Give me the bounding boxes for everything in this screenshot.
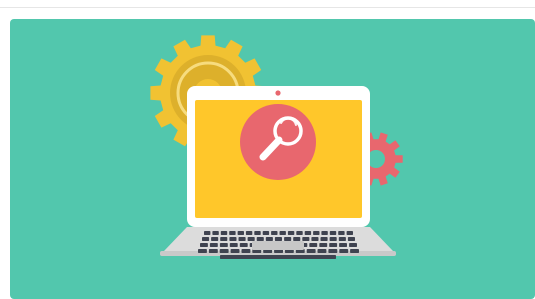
keyboard-key [247, 237, 255, 241]
keyboard-key [279, 231, 286, 235]
keyboard-key [338, 231, 345, 235]
keyboard-key [339, 243, 347, 247]
keyboard-key [202, 237, 210, 241]
keyboard-key [339, 249, 349, 253]
keyboard-key [321, 231, 328, 235]
keyboard-key [212, 231, 219, 235]
trackpad-icon [252, 241, 304, 250]
keyboard-key [329, 237, 337, 241]
keyboard-key [220, 237, 228, 241]
keyboard-key [204, 231, 211, 235]
keyboard-key [219, 243, 228, 247]
keyboard-key [237, 231, 244, 235]
keyboard-key [254, 231, 261, 235]
keyboard-key [229, 231, 236, 235]
keyboard-key [328, 249, 338, 253]
keyboard-key [245, 231, 253, 235]
keyboard-key [306, 249, 316, 253]
keyboard-key [230, 249, 240, 253]
keyboard-key [338, 237, 346, 241]
keyboard-key [349, 243, 357, 247]
keyboard-key [284, 237, 292, 241]
webcam-icon [275, 90, 281, 96]
keyboard-key [329, 231, 337, 235]
keyboard-key [346, 231, 353, 235]
keyboard-key [209, 243, 218, 247]
keyboard-key [200, 243, 208, 247]
keyboard-key [317, 249, 327, 253]
magnifier-icon [240, 104, 316, 180]
keyboard-key [319, 243, 328, 247]
keyboard-key [241, 249, 251, 253]
keyboard-key [329, 243, 338, 247]
keyboard-key [293, 237, 301, 241]
keyboard-key [198, 249, 207, 253]
keyboard-key [296, 231, 303, 235]
hero-illustration-card [10, 19, 535, 299]
keyboard-key [208, 249, 218, 253]
keyboard-key [219, 249, 229, 253]
keyboard-key [302, 237, 310, 241]
keyboard-key [320, 237, 328, 241]
keyboard-key [239, 243, 248, 247]
keyboard-key [313, 231, 320, 235]
top-divider [0, 7, 535, 8]
laptop [160, 86, 396, 259]
keyboard-key [311, 237, 319, 241]
keyboard-key [271, 231, 278, 235]
keyboard-key [211, 237, 219, 241]
hero-illustration [10, 19, 535, 299]
keyboard-key [238, 237, 246, 241]
keyboard-key [287, 231, 295, 235]
keyboard-key [220, 231, 228, 235]
keyboard-key [229, 237, 237, 241]
keyboard-key [256, 237, 264, 241]
keyboard-key [265, 237, 273, 241]
keyboard-key [274, 237, 282, 241]
keyboard-spacebar [220, 255, 336, 259]
keyboard-key [350, 249, 359, 253]
keyboard-key [304, 231, 312, 235]
keyboard-key [262, 231, 270, 235]
keyboard-key [229, 243, 238, 247]
keyboard-key [347, 237, 355, 241]
keyboard-key [309, 243, 318, 247]
